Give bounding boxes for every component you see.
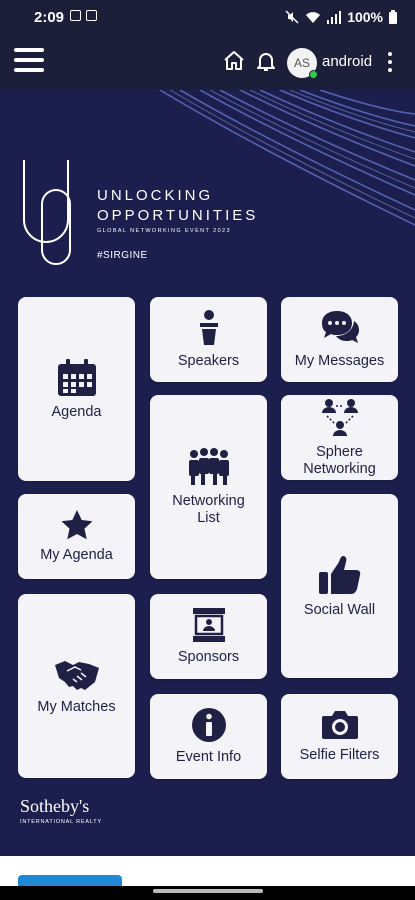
photo-icon (86, 10, 97, 21)
app-bar: AS android (0, 34, 415, 90)
home-dashboard: UNLOCKING OPPORTUNITIES GLOBAL NETWORKIN… (0, 90, 415, 856)
sphere-networking-label-line2: Networking (303, 460, 376, 477)
event-subtitle: GLOBAL NETWORKING EVENT 2023 (97, 228, 231, 234)
status-time: 2:09 (34, 9, 65, 26)
system-nav-bar (0, 886, 415, 900)
username[interactable]: android (322, 53, 372, 70)
battery-icon (389, 10, 397, 24)
my-matches-tile[interactable]: My Matches (18, 594, 135, 778)
my-matches-label: My Matches (37, 698, 116, 715)
more-options-icon[interactable] (388, 52, 394, 76)
event-title: UNLOCKING OPPORTUNITIES (97, 186, 258, 226)
people-group-icon (188, 448, 229, 485)
networking-list-label-line1: Networking (172, 493, 245, 509)
agenda-tile[interactable]: Agenda (18, 297, 135, 481)
sponsor-booth-icon (192, 608, 225, 642)
sponsor-name: Sotheby's (20, 796, 90, 816)
star-icon (61, 510, 92, 540)
networking-list-label-line2: List (197, 510, 220, 526)
event-title-line2: OPPORTUNITIES (97, 207, 259, 224)
status-bar: 2:09 100% (0, 0, 415, 34)
sphere-networking-tile[interactable]: Sphere Networking (281, 395, 398, 480)
sphere-networking-label-line1: Sphere (316, 443, 363, 460)
event-hashtag: #SIRGINE (97, 250, 148, 261)
sponsors-label: Sponsors (177, 649, 240, 665)
bottom-banner (0, 856, 415, 886)
sponsor-logo: Sotheby's INTERNATIONAL REALTY (20, 796, 102, 825)
menu-icon[interactable] (14, 48, 44, 74)
avatar[interactable]: AS (287, 48, 318, 79)
event-title-line1: UNLOCKING (97, 187, 214, 204)
thumbs-up-icon (318, 555, 360, 594)
selfie-filters-tile[interactable]: Selfie Filters (281, 694, 398, 779)
networking-list-tile[interactable]: Networking List (150, 395, 267, 579)
handshake-icon (54, 660, 99, 690)
event-info-label: Event Info (175, 749, 242, 765)
podium-icon (199, 310, 218, 345)
mute-icon (285, 10, 299, 24)
my-messages-label: My Messages (294, 353, 385, 369)
my-messages-tile[interactable]: My Messages (281, 297, 398, 382)
sponsor-subtitle: INTERNATIONAL REALTY (20, 819, 102, 825)
speakers-tile[interactable]: Speakers (150, 297, 267, 382)
network-icon (321, 398, 358, 436)
info-icon (191, 708, 226, 742)
speakers-label: Speakers (177, 353, 240, 369)
home-icon[interactable] (222, 49, 246, 73)
selfie-filters-label: Selfie Filters (299, 747, 380, 763)
event-info-tile[interactable]: Event Info (150, 694, 267, 779)
online-status-dot (309, 70, 318, 79)
status-notification-icons (70, 10, 97, 21)
gallery-icon (70, 10, 81, 21)
home-gesture-handle[interactable] (153, 889, 263, 893)
signal-icon (327, 10, 342, 24)
sponsors-tile[interactable]: Sponsors (150, 594, 267, 679)
camera-icon (321, 711, 358, 739)
chat-icon (321, 311, 359, 343)
event-logo-icon (23, 160, 71, 265)
battery-percent: 100% (347, 9, 383, 25)
my-agenda-tile[interactable]: My Agenda (18, 494, 135, 579)
wifi-icon (306, 11, 321, 23)
banner-button[interactable] (18, 875, 122, 886)
avatar-initials: AS (293, 56, 310, 70)
social-wall-label: Social Wall (303, 601, 376, 618)
social-wall-tile[interactable]: Social Wall (281, 494, 398, 678)
calendar-icon (57, 358, 96, 396)
bell-icon[interactable] (254, 49, 278, 73)
my-agenda-label: My Agenda (40, 547, 113, 563)
agenda-label: Agenda (51, 403, 102, 420)
